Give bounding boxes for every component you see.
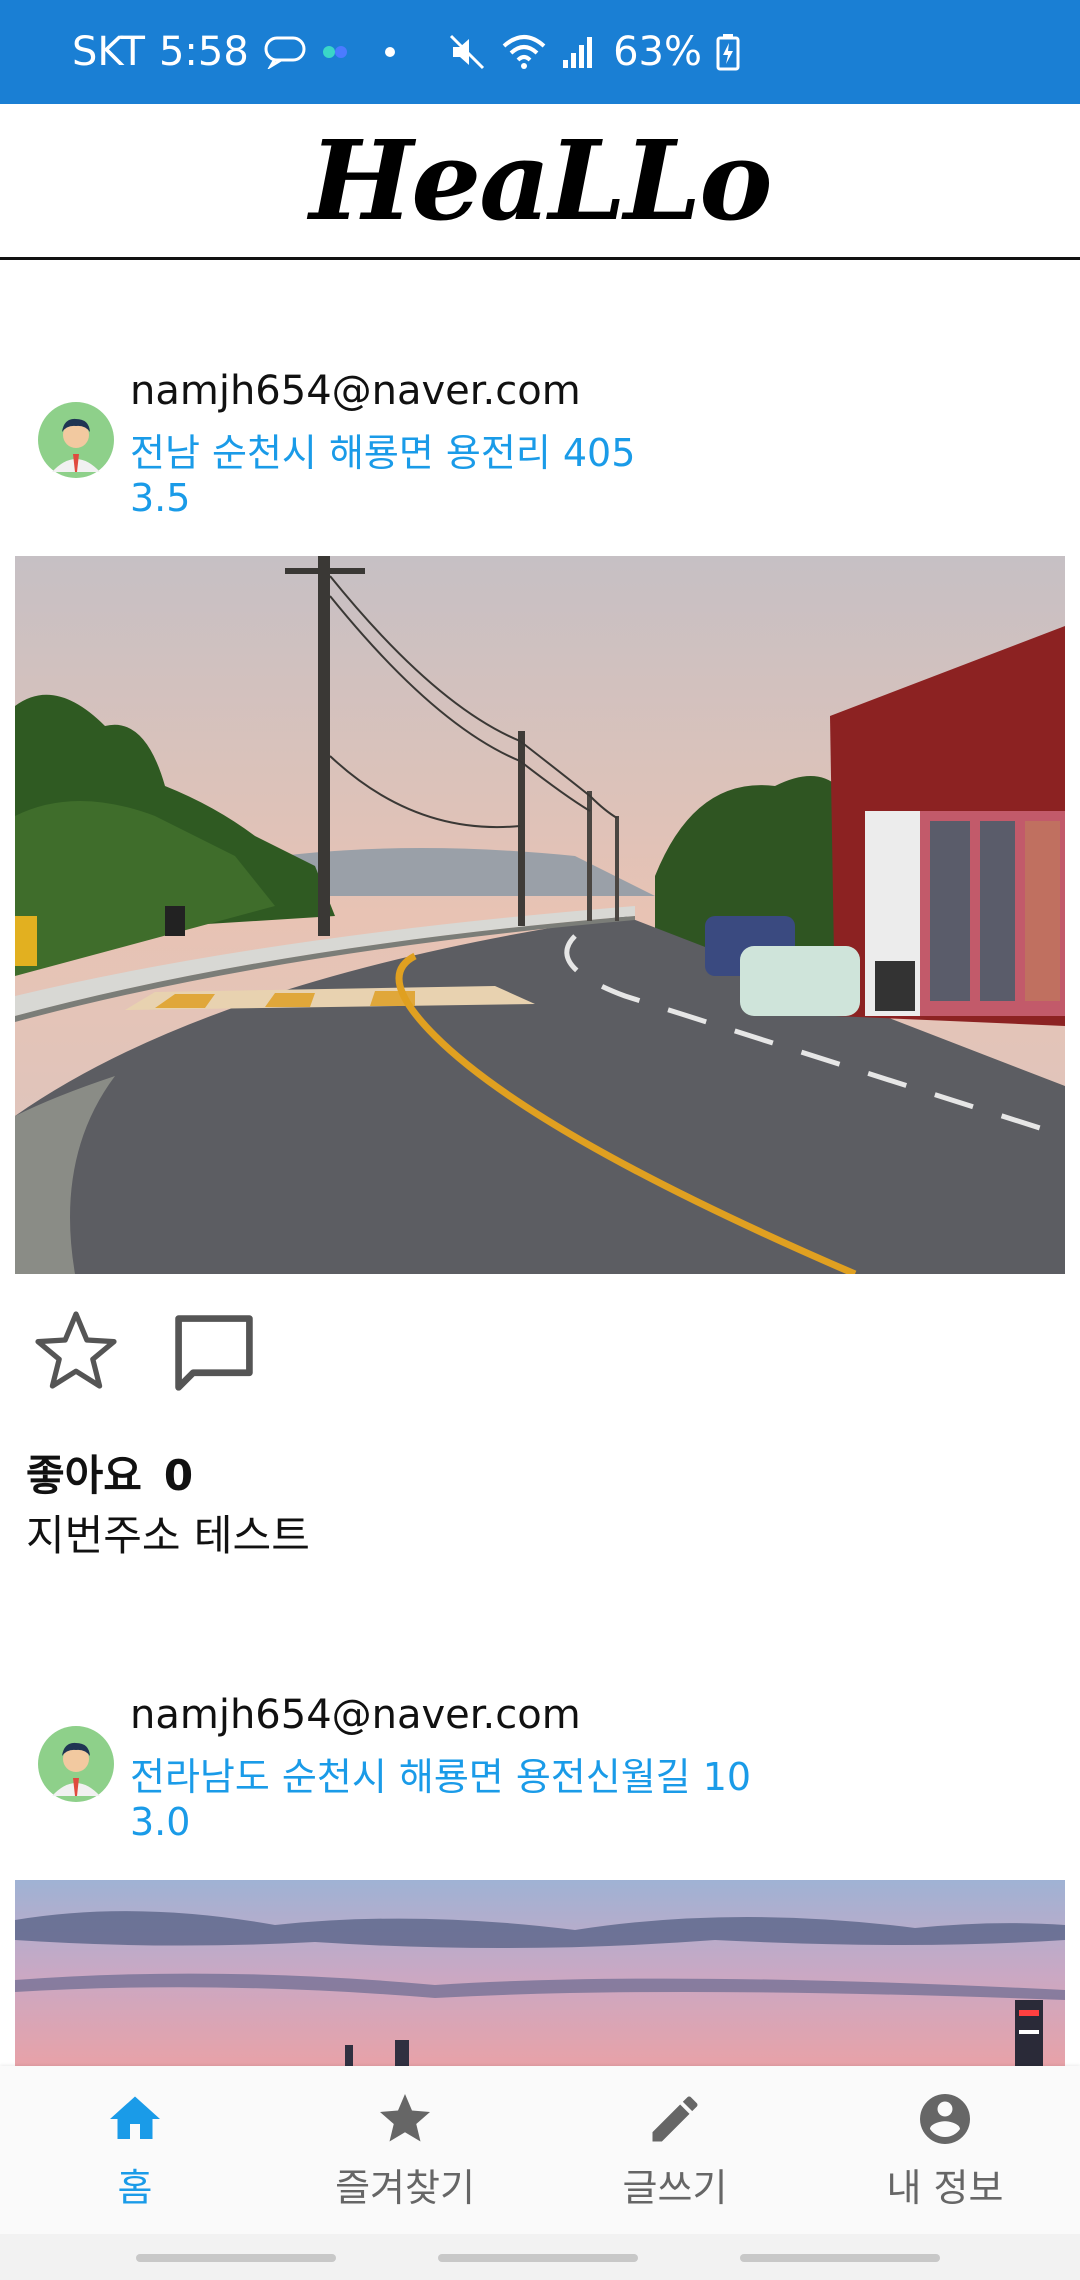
post-author-email[interactable]: namjh654@naver.com	[130, 368, 581, 414]
status-bar: SKT 5:58 63%	[0, 0, 1080, 104]
post-author-email[interactable]: namjh654@naver.com	[130, 1692, 581, 1738]
nav-label-my-info: 내 정보	[886, 2165, 1004, 2210]
bottom-navigation: 홈 즐겨찾기 글쓰기 내 정보	[0, 2066, 1080, 2234]
recent-apps-handle[interactable]	[136, 2254, 336, 2262]
time-text: 5:58	[158, 29, 249, 75]
nav-item-my-info[interactable]: 내 정보	[810, 2066, 1080, 2234]
comment-icon[interactable]	[164, 1304, 264, 1404]
post-address[interactable]: 전라남도 순천시 해룡면 용전신월길 10	[130, 1746, 751, 1801]
system-navigation-bar	[0, 2234, 1080, 2280]
signal-icon	[561, 34, 595, 70]
star-icon	[380, 2093, 430, 2141]
likes-row: 좋아요 0	[26, 1442, 193, 1503]
home-icon	[110, 2096, 160, 2139]
post-photo[interactable]	[15, 556, 1065, 1274]
post-card: namjh654@naver.com 전라남도 순천시 해룡면 용전신월길 10…	[0, 1586, 1080, 2066]
home-gesture-handle[interactable]	[438, 2254, 638, 2262]
nav-label-write: 글쓰기	[622, 2165, 728, 2210]
wifi-icon	[501, 32, 547, 72]
post-photo[interactable]	[15, 1880, 1065, 2066]
post-address[interactable]: 전남 순천시 해룡면 용전리 405	[130, 422, 635, 477]
account-icon	[920, 2093, 971, 2144]
app-logo: HeaLLo	[309, 116, 772, 245]
nav-item-home[interactable]: 홈	[0, 2066, 270, 2234]
app-bar: HeaLLo	[0, 104, 1080, 260]
avatar-icon[interactable]	[38, 402, 114, 478]
battery-charging-icon	[716, 33, 740, 71]
nav-item-favorites[interactable]: 즐겨찾기	[270, 2066, 540, 2234]
carrier-text: SKT	[72, 29, 145, 75]
status-right: 63%	[447, 0, 740, 104]
nav-label-home: 홈	[117, 2165, 153, 2210]
message-icon	[263, 35, 307, 69]
post-rating: 3.5	[130, 476, 191, 520]
post-caption: 지번주소 테스트	[26, 1511, 310, 1560]
post-rating: 3.0	[130, 1800, 191, 1844]
mute-icon	[447, 32, 487, 72]
app-indicator-icon	[321, 42, 361, 62]
likes-label: 좋아요	[26, 1451, 142, 1500]
nav-item-write[interactable]: 글쓰기	[540, 2066, 810, 2234]
favorite-star-icon[interactable]	[28, 1304, 124, 1400]
avatar-icon[interactable]	[38, 1726, 114, 1802]
feed[interactable]: namjh654@naver.com 전남 순천시 해룡면 용전리 405 3.…	[0, 262, 1080, 2066]
battery-text: 63%	[613, 29, 702, 75]
post-actions	[28, 1304, 264, 1404]
dot-icon	[375, 42, 405, 62]
back-gesture-handle[interactable]	[740, 2254, 940, 2262]
likes-count: 0	[163, 1451, 194, 1500]
status-left: SKT 5:58	[72, 29, 405, 75]
nav-label-favorites: 즐겨찾기	[335, 2165, 475, 2210]
post-card: namjh654@naver.com 전남 순천시 해룡면 용전리 405 3.…	[0, 262, 1080, 1582]
pencil-icon	[652, 2095, 698, 2141]
